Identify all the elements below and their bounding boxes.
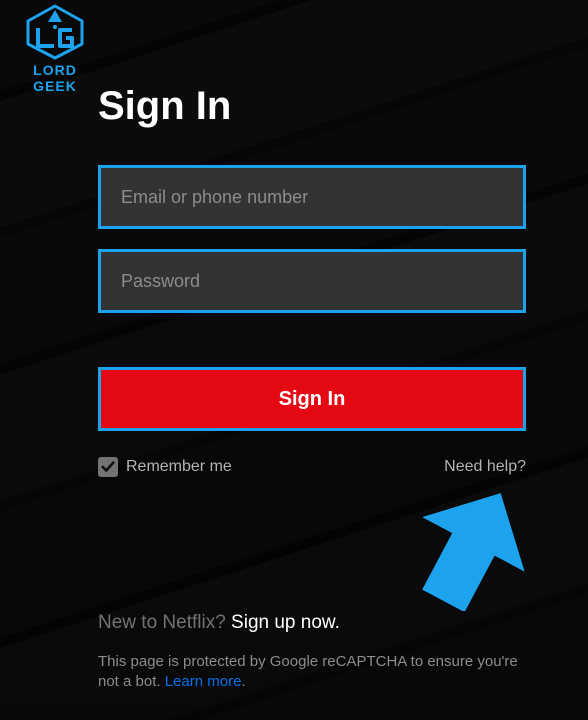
signin-button-highlight: Sign In xyxy=(98,367,526,431)
learn-suffix: . xyxy=(241,673,245,690)
signin-button[interactable]: Sign In xyxy=(101,370,523,428)
brand-logo: LORD GEEK xyxy=(10,4,100,94)
signup-prompt: New to Netflix? Sign up now. xyxy=(98,612,526,634)
checkbox-box xyxy=(98,457,118,477)
spacer xyxy=(98,333,526,367)
options-row: Remember me Need help? xyxy=(98,457,526,477)
page-title: Sign In xyxy=(98,84,526,129)
annotation-arrow-icon xyxy=(400,486,530,611)
recaptcha-notice: This page is protected by Google reCAPTC… xyxy=(98,652,526,693)
card-footer: New to Netflix? Sign up now. This page i… xyxy=(98,612,526,693)
brand-name: LORD GEEK xyxy=(10,62,100,94)
email-field-highlight xyxy=(98,165,526,229)
email-input[interactable] xyxy=(101,168,523,226)
password-input[interactable] xyxy=(101,252,523,310)
recaptcha-text: This page is protected by Google reCAPTC… xyxy=(98,653,518,690)
password-field-highlight xyxy=(98,249,526,313)
remember-me-checkbox[interactable]: Remember me xyxy=(98,457,232,477)
learn-more-link[interactable]: Learn more xyxy=(165,673,242,690)
signin-card: Sign In Sign In Remember me Need help? xyxy=(98,84,526,477)
need-help-link[interactable]: Need help? xyxy=(444,458,526,476)
remember-me-label: Remember me xyxy=(126,458,232,476)
signup-suffix: . xyxy=(335,612,340,633)
signup-prefix: New to Netflix? xyxy=(98,612,231,633)
checkmark-icon xyxy=(101,460,115,474)
signup-link[interactable]: Sign up now xyxy=(231,612,335,633)
lordgeek-logo-icon xyxy=(24,4,86,60)
